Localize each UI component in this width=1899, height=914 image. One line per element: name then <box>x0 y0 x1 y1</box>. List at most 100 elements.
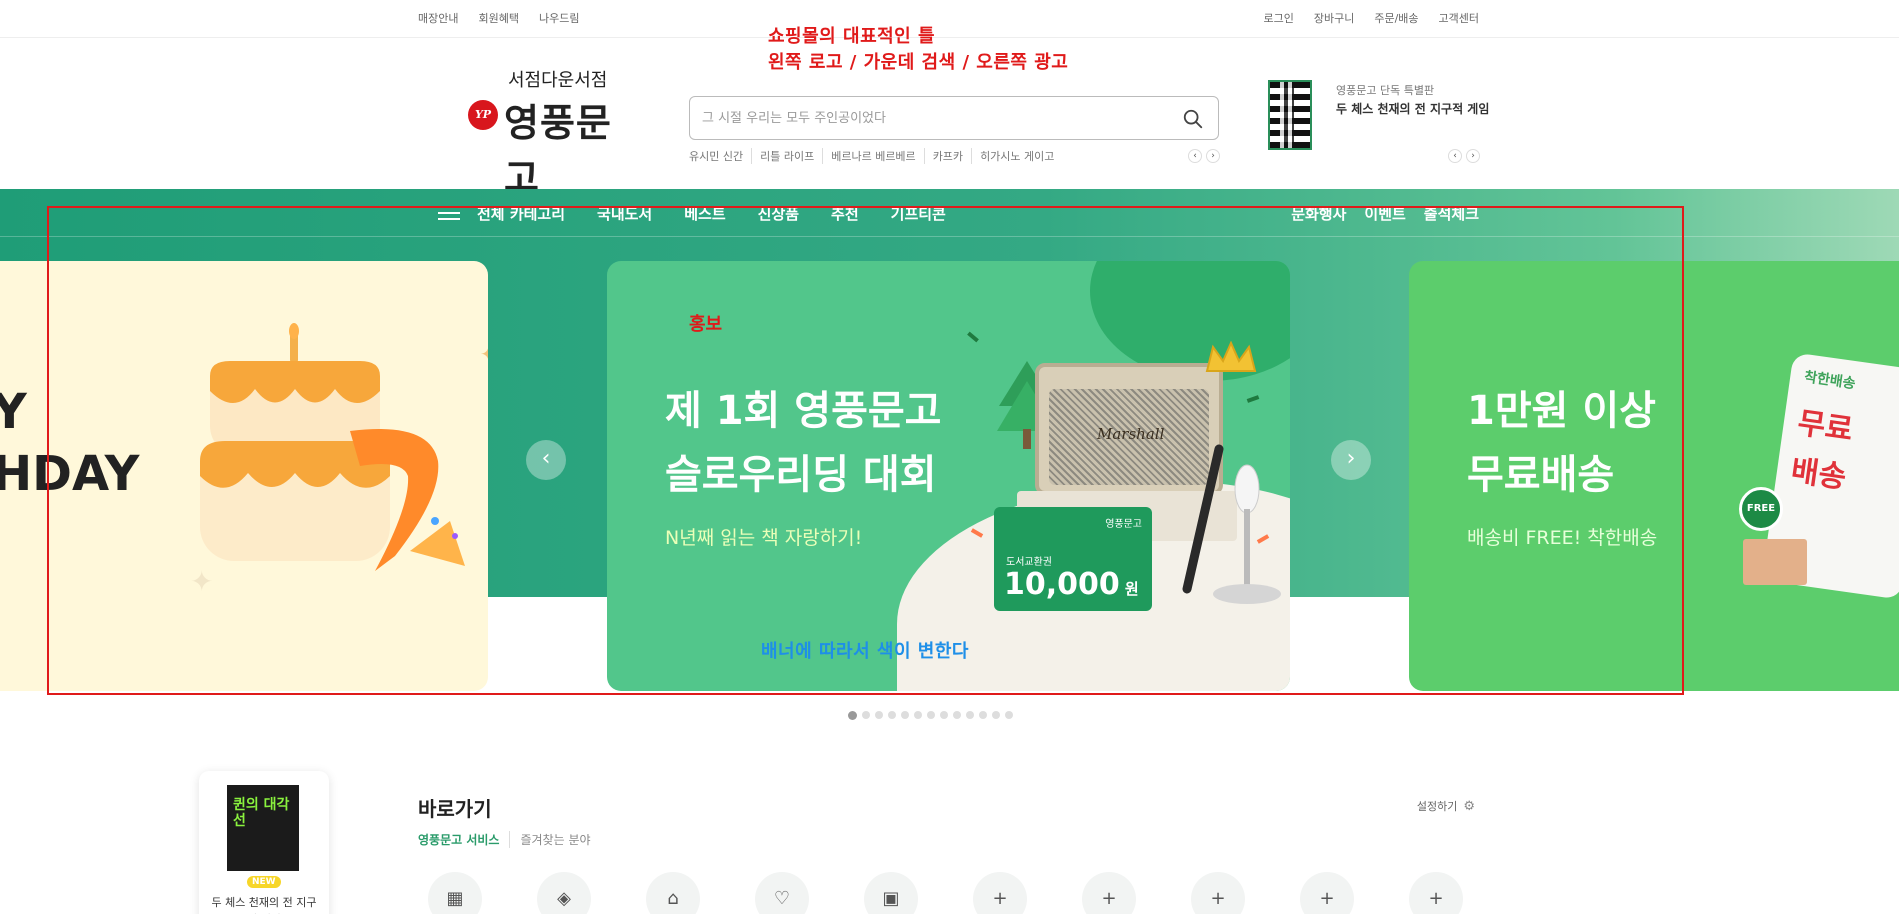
ad-nav: ‹ › <box>1448 149 1480 163</box>
sign-small-text: 착한배송 <box>1803 369 1857 393</box>
side-promo-card[interactable]: 퀸의 대각선 NEW 두 체스 천재의 전 지구적 게임 <box>199 771 329 914</box>
search-icon[interactable] <box>1182 108 1204 130</box>
banner-free-shipping-title: 1만원 이상 무료배송 <box>1467 379 1656 507</box>
carousel-next-button[interactable]: › <box>1331 440 1371 480</box>
carousel-dot[interactable] <box>940 711 948 719</box>
chevron-right-icon[interactable]: › <box>1206 149 1220 163</box>
header-ad[interactable]: 영풍문고 단독 특별판 두 체스 천재의 전 지구적 게임 <box>1268 78 1489 158</box>
nav-best[interactable]: 베스트 <box>684 203 725 224</box>
pen-and-lamp-image <box>1182 444 1281 604</box>
gear-icon: ⚙ <box>1463 798 1475 814</box>
confetti <box>1246 395 1260 403</box>
nav-all-category[interactable]: 전체 카테고리 <box>477 203 565 224</box>
keyword-item[interactable]: 리틀 라이프 <box>751 148 822 164</box>
chevron-right-icon[interactable]: › <box>1466 149 1480 163</box>
carousel-dot[interactable] <box>966 711 974 719</box>
carousel-dot[interactable] <box>848 711 857 720</box>
tab-favorite[interactable]: 즐겨찾는 분야 <box>509 831 591 848</box>
carousel-dot[interactable] <box>862 711 870 719</box>
nav-domestic-books[interactable]: 국내도서 <box>597 203 652 224</box>
side-card-cover-text: 퀸의 대각선 <box>233 797 290 829</box>
shortcut-settings-button[interactable]: 설정하기 ⚙ <box>1417 798 1475 814</box>
nav-events[interactable]: 이벤트 <box>1364 203 1405 224</box>
speaker-brand: Marshall <box>1097 425 1165 443</box>
keyword-item[interactable]: 베르나르 베르베르 <box>822 148 923 164</box>
annotation-line-1: 쇼핑몰의 대표적인 틀 <box>768 26 936 47</box>
gift-box-icon[interactable]: ▣ <box>864 872 918 914</box>
ad-book-cover <box>1268 80 1312 150</box>
carousel-dot[interactable] <box>888 711 896 719</box>
tab-service[interactable]: 영풍문고 서비스 <box>418 831 509 848</box>
plus-icon[interactable]: + <box>1082 872 1136 914</box>
login-link[interactable]: 로그인 <box>1263 10 1293 26</box>
coupon-icon[interactable]: ◈ <box>537 872 591 914</box>
logo-tagline: 서점다운서점 <box>508 70 608 91</box>
carousel-dot[interactable] <box>992 711 1000 719</box>
plus-icon[interactable]: + <box>1409 872 1463 914</box>
annotation-promo: 홍보 <box>689 314 723 335</box>
banner-free-shipping-title-2: 무료배송 <box>1467 452 1615 498</box>
box-image <box>1743 539 1807 585</box>
search-box <box>689 96 1219 140</box>
banner-birthday-line1: Y <box>0 384 27 440</box>
banner-free-shipping[interactable]: 1만원 이상 무료배송 배송비 FREE! 착한배송 착한배송 무료 배송 FR… <box>1409 261 1899 691</box>
annotation-layout-note: 쇼핑몰의 대표적인 틀 왼쪽 로고 / 가운데 검색 / 오른쪽 광고 <box>768 24 1068 76</box>
order-delivery-link[interactable]: 주문/배송 <box>1374 10 1418 26</box>
plus-icon[interactable]: + <box>1191 872 1245 914</box>
confetti <box>967 331 979 343</box>
now-dream-link[interactable]: 나우드림 <box>539 10 579 26</box>
keyword-nav: ‹ › <box>1188 149 1220 163</box>
annotation-color-note: 배너에 따라서 색이 변한다 <box>761 641 969 662</box>
ad-label: 영풍문고 단독 특별판 <box>1336 84 1435 97</box>
keyword-item[interactable]: 히가시노 게이고 <box>971 148 1062 164</box>
banner-slow-reading-title: 제 1회 영풍문고 슬로우리딩 대회 <box>665 379 941 507</box>
nav-right: 문화행사 이벤트 출석체크 <box>1291 203 1479 224</box>
search-input[interactable] <box>702 107 1162 129</box>
nav-gifticon[interactable]: 기프티콘 <box>891 203 946 224</box>
nav-culture-events[interactable]: 문화행사 <box>1291 203 1346 224</box>
voucher-amount-value: 10,000 <box>1004 567 1120 602</box>
birthday-cake-image: ✦ ✦ <box>190 323 488 598</box>
annotation-line-2: 왼쪽 로고 / 가운데 검색 / 오른쪽 광고 <box>768 52 1069 73</box>
nav-new[interactable]: 신상품 <box>758 203 799 224</box>
sign-big-text-2: 배송 <box>1788 453 1849 496</box>
site-logo[interactable]: 서점다운서점 YP 영풍문고 <box>468 66 643 200</box>
carousel-dot[interactable] <box>901 711 909 719</box>
popular-keywords: 유시민 신간 리틀 라이프 베르나르 베르베르 카프카 히가시노 게이고 <box>689 148 1062 164</box>
chevron-left-icon[interactable]: ‹ <box>1448 149 1462 163</box>
voucher-amount-unit: 원 <box>1124 580 1139 598</box>
hamburger-icon[interactable] <box>438 204 460 222</box>
calendar-check-icon[interactable]: ▦ <box>428 872 482 914</box>
nav-recommend[interactable]: 추천 <box>831 203 859 224</box>
plus-icon[interactable]: + <box>1300 872 1354 914</box>
carousel-dot[interactable] <box>1005 711 1013 719</box>
plus-icon[interactable]: + <box>973 872 1027 914</box>
voucher-brand: 영풍문고 <box>1105 519 1142 530</box>
shortcut-tabs: 영풍문고 서비스 즐겨찾는 분야 <box>418 831 591 848</box>
logo-mark: YP <box>468 100 498 130</box>
carousel-dot[interactable] <box>979 711 987 719</box>
banner-birthday[interactable]: Y HDAY ✦ ✦ <box>0 261 488 691</box>
gift-hand-icon[interactable]: ♡ <box>755 872 809 914</box>
customer-center-link[interactable]: 고객센터 <box>1439 10 1479 26</box>
member-benefit-link[interactable]: 회원혜택 <box>478 10 518 26</box>
shortcut-settings-label: 설정하기 <box>1416 800 1458 813</box>
carousel-dot[interactable] <box>927 711 935 719</box>
nav-attendance[interactable]: 출석체크 <box>1424 203 1479 224</box>
voucher-card: 영풍문고 도서교환권 10,000 원 <box>994 507 1152 611</box>
shortcut-items: ▦ ◈ ⌂ ♡ ▣ + + + + + <box>428 872 1463 914</box>
carousel-prev-button[interactable]: ‹ <box>526 440 566 480</box>
store-info-link[interactable]: 매장안내 <box>418 10 458 26</box>
carousel-dot[interactable] <box>914 711 922 719</box>
keyword-item[interactable]: 카프카 <box>923 148 971 164</box>
carousel-dot[interactable] <box>953 711 961 719</box>
free-badge: FREE <box>1739 487 1783 531</box>
banner-free-shipping-title-1: 1만원 이상 <box>1467 388 1656 434</box>
chevron-left-icon[interactable]: ‹ <box>1188 149 1202 163</box>
store-icon[interactable]: ⌂ <box>646 872 700 914</box>
svg-text:✦: ✦ <box>480 342 488 366</box>
keyword-item[interactable]: 유시민 신간 <box>689 148 751 164</box>
cart-link[interactable]: 장바구니 <box>1314 10 1354 26</box>
carousel-dot[interactable] <box>875 711 883 719</box>
banner-slow-reading-title-1: 제 1회 영풍문고 <box>665 388 942 434</box>
